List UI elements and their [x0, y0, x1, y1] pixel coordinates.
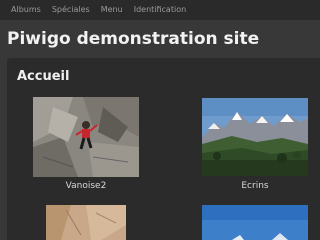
nav-specials-link[interactable]: Spéciales	[52, 0, 90, 20]
mountain-photo	[202, 98, 308, 176]
nav-albums-link[interactable]: Albums	[11, 0, 41, 20]
album-caption-ecrins[interactable]: Ecrins	[202, 180, 308, 192]
site-title[interactable]: Piwigo demonstration site	[7, 28, 259, 50]
climber-photo	[33, 97, 139, 177]
album-thumbnail-vanoise2[interactable]	[33, 97, 139, 177]
album-thumbnail-3[interactable]	[46, 205, 126, 240]
top-navigation: Albums Spéciales Menu Identification	[0, 0, 320, 20]
nav-identification-link[interactable]: Identification	[134, 0, 186, 20]
nav-menu-link[interactable]: Menu	[101, 0, 123, 20]
section-title: Accueil	[17, 69, 70, 84]
album-thumbnail-ecrins[interactable]	[202, 98, 308, 176]
album-thumbnail-4[interactable]	[202, 205, 308, 240]
sky-photo	[202, 205, 308, 240]
rock-photo	[46, 205, 126, 240]
album-caption-vanoise2[interactable]: Vanoise2	[33, 180, 139, 192]
